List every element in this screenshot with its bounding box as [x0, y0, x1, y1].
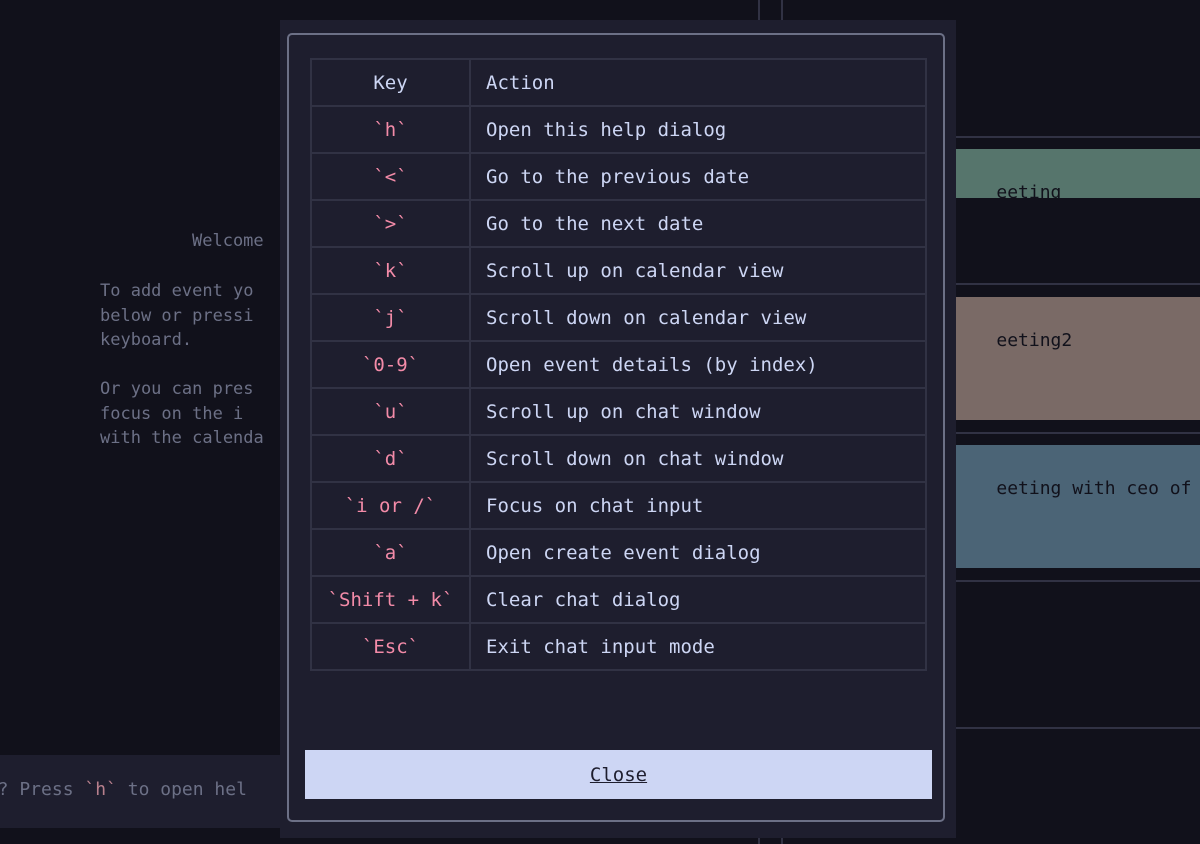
keybinding-action: Exit chat input mode	[469, 622, 927, 671]
calendar-event[interactable]: eeting	[953, 149, 1200, 198]
event-title: eeting	[996, 182, 1062, 198]
calendar-hour-line	[950, 727, 1200, 729]
app-root: Welcome To add event yo below or pressi …	[0, 0, 1200, 844]
table-row: `k` Scroll up on calendar view	[310, 246, 927, 295]
event-title: eeting with ceo of htm	[996, 478, 1192, 499]
keybinding-action: Scroll up on chat window	[469, 387, 927, 436]
table-row: `0-9` Open event details (by index)	[310, 340, 927, 389]
keybinding-action: Clear chat dialog	[469, 575, 927, 624]
table-row: `>` Go to the next date	[310, 199, 927, 248]
table-row: `Shift + k` Clear chat dialog	[310, 575, 927, 624]
keybinding-key: `>`	[310, 199, 471, 248]
keybinding-action: Scroll down on chat window	[469, 434, 927, 483]
keybinding-action: Go to the previous date	[469, 152, 927, 201]
table-row: `j` Scroll down on calendar view	[310, 293, 927, 342]
event-title: eeting2	[996, 330, 1073, 351]
keybinding-key: `i or /`	[310, 481, 471, 530]
table-row: `u` Scroll up on chat window	[310, 387, 927, 436]
keybinding-key: `Shift + k`	[310, 575, 471, 624]
keybinding-action: Open event details (by index)	[469, 340, 927, 389]
keybinding-key: `a`	[310, 528, 471, 577]
column-header-key: Key	[310, 58, 471, 107]
keybinding-key: `d`	[310, 434, 471, 483]
calendar-hour-line	[950, 136, 1200, 138]
calendar-hour-line	[950, 580, 1200, 582]
calendar-event[interactable]: eeting with ceo of htm	[953, 445, 1200, 568]
close-button[interactable]: Close	[305, 750, 932, 799]
help-hint-key: `h`	[84, 779, 117, 800]
keybinding-key: `j`	[310, 293, 471, 342]
help-hint: lp? Press `h` to open hel	[0, 779, 247, 800]
calendar-event[interactable]: eeting2	[953, 297, 1200, 420]
table-row: `<` Go to the previous date	[310, 152, 927, 201]
table-row: `Esc` Exit chat input mode	[310, 622, 927, 671]
keybinding-action: Go to the next date	[469, 199, 927, 248]
keybinding-action: Open this help dialog	[469, 105, 927, 154]
keybinding-key: `u`	[310, 387, 471, 436]
keybinding-action: Scroll down on calendar view	[469, 293, 927, 342]
calendar-hour-line	[950, 283, 1200, 285]
help-hint-prefix: lp? Press	[0, 779, 74, 800]
help-hint-suffix: to open hel	[116, 779, 247, 800]
table-row: `h` Open this help dialog	[310, 105, 927, 154]
column-header-action: Action	[469, 58, 927, 107]
keybinding-key: `k`	[310, 246, 471, 295]
keybinding-key: `Esc`	[310, 622, 471, 671]
table-row: `a` Open create event dialog	[310, 528, 927, 577]
table-row: `i or /` Focus on chat input	[310, 481, 927, 530]
welcome-title: Welcome	[192, 231, 264, 251]
welcome-text: To add event yo below or pressi keyboard…	[100, 281, 264, 448]
calendar-hour-line	[950, 432, 1200, 434]
keybinding-key: `h`	[310, 105, 471, 154]
table-row: `d` Scroll down on chat window	[310, 434, 927, 483]
keybinding-key: `0-9`	[310, 340, 471, 389]
keybinding-action: Focus on chat input	[469, 481, 927, 530]
table-header-row: Key Action	[310, 58, 927, 107]
keybinding-action: Scroll up on calendar view	[469, 246, 927, 295]
keybindings-table: Key Action `h` Open this help dialog `<` Go…	[310, 58, 927, 671]
keybinding-key: `<`	[310, 152, 471, 201]
keybinding-action: Open create event dialog	[469, 528, 927, 577]
